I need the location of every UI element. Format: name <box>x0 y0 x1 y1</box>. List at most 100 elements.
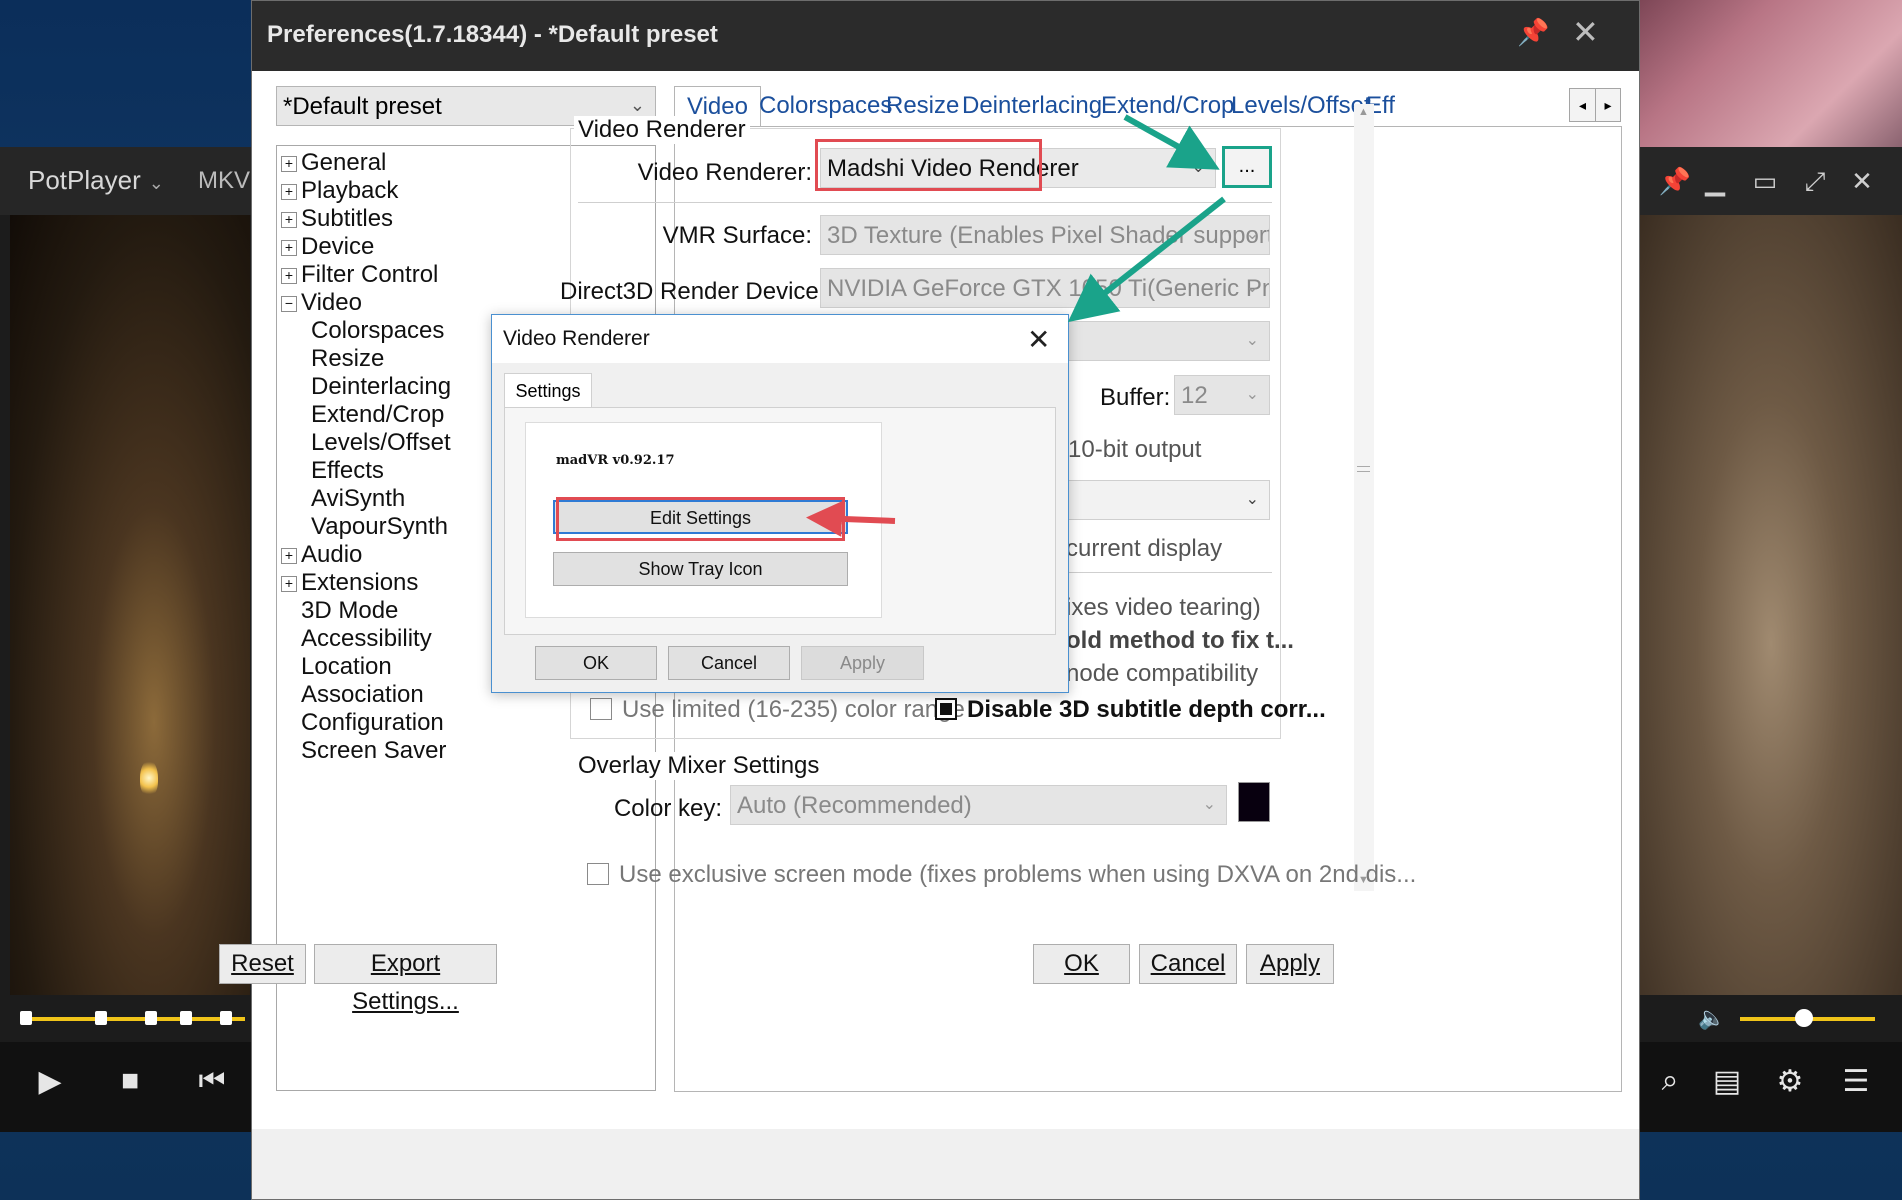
tree-item[interactable]: Accessibility <box>281 625 432 653</box>
expand-icon[interactable]: + <box>281 212 297 228</box>
tree-item[interactable]: + Subtitles <box>281 205 393 233</box>
tree-item-label: Extend/Crop <box>311 401 445 428</box>
chevron-right-icon[interactable]: ▸ <box>1595 89 1620 121</box>
seek-marker[interactable] <box>180 1011 192 1025</box>
playlist-icon[interactable]: ▤ <box>1705 1064 1749 1099</box>
tree-item[interactable]: Configuration <box>281 709 444 737</box>
seek-marker[interactable] <box>20 1011 32 1025</box>
tree-item[interactable]: AviSynth <box>311 485 405 513</box>
expand-icon[interactable]: + <box>281 548 297 564</box>
d3d-device-label: Direct3D Render Device: <box>560 278 826 305</box>
apply-button[interactable]: Apply <box>1246 944 1334 984</box>
partial-option-select[interactable]: ⌄ <box>1060 480 1270 520</box>
checkbox-box[interactable] <box>590 698 612 720</box>
tree-item[interactable]: + Extensions <box>281 569 418 597</box>
tree-item[interactable]: + General <box>281 149 386 177</box>
color-key-swatch[interactable] <box>1238 782 1270 822</box>
chevron-down-icon: ⌄ <box>148 173 164 193</box>
tab-settings[interactable]: Settings <box>504 373 592 409</box>
play-icon[interactable]: ▶ <box>28 1064 72 1099</box>
gear-icon[interactable]: ⚙ <box>1768 1064 1812 1099</box>
chevron-left-icon[interactable]: ◂ <box>1570 89 1595 121</box>
dialog-apply-button[interactable]: Apply <box>801 646 924 680</box>
tree-item[interactable]: + Filter Control <box>281 261 438 289</box>
pin-icon[interactable]: 📌 <box>1655 161 1695 201</box>
tree-item[interactable]: + Playback <box>281 177 398 205</box>
cancel-button[interactable]: Cancel <box>1139 944 1237 984</box>
tree-item[interactable]: Association <box>281 681 424 709</box>
preset-select-value: *Default preset <box>283 93 442 120</box>
tree-item[interactable]: Resize <box>311 345 384 373</box>
ok-button[interactable]: OK <box>1033 944 1130 984</box>
previous-icon[interactable]: ⏮ <box>190 1064 234 1098</box>
tree-item[interactable]: VapourSynth <box>311 513 448 541</box>
close-icon[interactable]: ✕ <box>1027 323 1050 356</box>
expand-icon[interactable]: + <box>281 268 297 284</box>
seek-marker[interactable] <box>220 1011 232 1025</box>
player-logo[interactable]: PotPlayer ⌄ <box>28 165 164 196</box>
vmr-surface-select[interactable]: 3D Texture (Enables Pixel Shader support… <box>820 215 1270 255</box>
limited-range-checkbox[interactable]: Use limited (16-235) color range <box>590 696 965 724</box>
tree-item[interactable]: Deinterlacing <box>311 373 451 401</box>
close-icon[interactable]: ✕ <box>1842 161 1882 201</box>
export-settings-button[interactable]: Export Settings... <box>314 944 497 1015</box>
tree-item[interactable]: Colorspaces <box>311 317 444 345</box>
chevron-up-icon[interactable]: ▲ <box>1358 106 1369 118</box>
tree-item[interactable]: + Audio <box>281 541 362 569</box>
hidden-option-select[interactable]: ⌄ <box>1060 321 1270 361</box>
preferences-titlebar[interactable]: Preferences(1.7.18344) - *Default preset… <box>252 1 1639 71</box>
tree-item-label: Accessibility <box>301 625 432 652</box>
vmr-surface-value: 3D Texture (Enables Pixel Shader support… <box>827 222 1269 249</box>
tree-item[interactable]: Effects <box>311 457 384 485</box>
menu-icon[interactable]: ☰ <box>1834 1064 1878 1099</box>
seek-bar[interactable] <box>20 1017 245 1021</box>
mode-compatibility-label: node compatibility <box>1066 660 1259 687</box>
tree-item-label: Screen Saver <box>301 737 447 764</box>
search-icon[interactable]: ⌕ <box>1648 1064 1692 1098</box>
disable-3d-subtitle-checkbox[interactable]: Disable 3D subtitle depth corr... <box>935 696 1326 724</box>
close-icon[interactable]: ✕ <box>1572 13 1599 51</box>
exclusive-mode-checkbox[interactable]: Use exclusive screen mode (fixes problem… <box>587 861 1416 889</box>
stop-icon[interactable]: ■ <box>108 1064 152 1098</box>
tree-item[interactable]: Screen Saver <box>281 737 446 765</box>
dialog-cancel-button[interactable]: Cancel <box>668 646 790 680</box>
tree-item-label: Effects <box>311 457 384 484</box>
maximize-icon[interactable]: ▭ <box>1745 161 1785 201</box>
checkbox-box[interactable] <box>587 863 609 885</box>
chevron-down-icon: ⌄ <box>1245 491 1259 508</box>
volume-icon[interactable]: 🔈 <box>1690 1005 1734 1031</box>
fullscreen-icon[interactable]: ⤢ <box>1795 161 1835 201</box>
tab-scroll-buttons: ◂ ▸ <box>1569 88 1621 122</box>
tree-item[interactable]: − Video <box>281 289 362 317</box>
tree-item[interactable]: 3D Mode <box>281 597 398 625</box>
minimize-icon[interactable]: ▁ <box>1695 161 1735 201</box>
expand-icon[interactable]: + <box>281 184 297 200</box>
checkbox-box[interactable] <box>935 698 957 720</box>
dialog-ok-button[interactable]: OK <box>535 646 657 680</box>
dialog-titlebar[interactable]: Video Renderer ✕ <box>492 315 1068 363</box>
expand-icon[interactable]: + <box>281 156 297 172</box>
collapse-icon[interactable]: − <box>281 296 297 312</box>
tree-item-label: Configuration <box>301 709 444 736</box>
seek-marker[interactable] <box>95 1011 107 1025</box>
scroll-grip[interactable] <box>1357 466 1370 472</box>
color-key-select[interactable]: Auto (Recommended) ⌄ <box>730 785 1227 825</box>
video-renderer-label: Video Renderer: <box>637 159 812 186</box>
tree-item-label: Deinterlacing <box>311 373 452 400</box>
tree-item[interactable]: Location <box>281 653 392 681</box>
expand-icon[interactable]: + <box>281 576 297 592</box>
seek-marker[interactable] <box>145 1011 157 1025</box>
volume-knob[interactable] <box>1795 1009 1813 1027</box>
preferences-footer <box>252 1129 1639 1199</box>
renderer-settings-button[interactable]: ... <box>1222 146 1272 188</box>
tree-item[interactable]: Extend/Crop <box>311 401 444 429</box>
panel-scrollbar[interactable]: ▲ ▼ <box>1354 104 1374 891</box>
tree-item[interactable]: Levels/Offset <box>311 429 451 457</box>
pin-icon[interactable]: 📌 <box>1517 17 1549 48</box>
show-tray-icon-button[interactable]: Show Tray Icon <box>553 552 848 586</box>
d3d-device-select[interactable]: NVIDIA GeForce GTX 1050 Ti(Generic PnP M… <box>820 268 1270 308</box>
tree-item[interactable]: + Device <box>281 233 374 261</box>
buffer-select[interactable]: 12 ⌄ <box>1174 375 1270 415</box>
reset-button[interactable]: Reset <box>219 944 306 984</box>
expand-icon[interactable]: + <box>281 240 297 256</box>
